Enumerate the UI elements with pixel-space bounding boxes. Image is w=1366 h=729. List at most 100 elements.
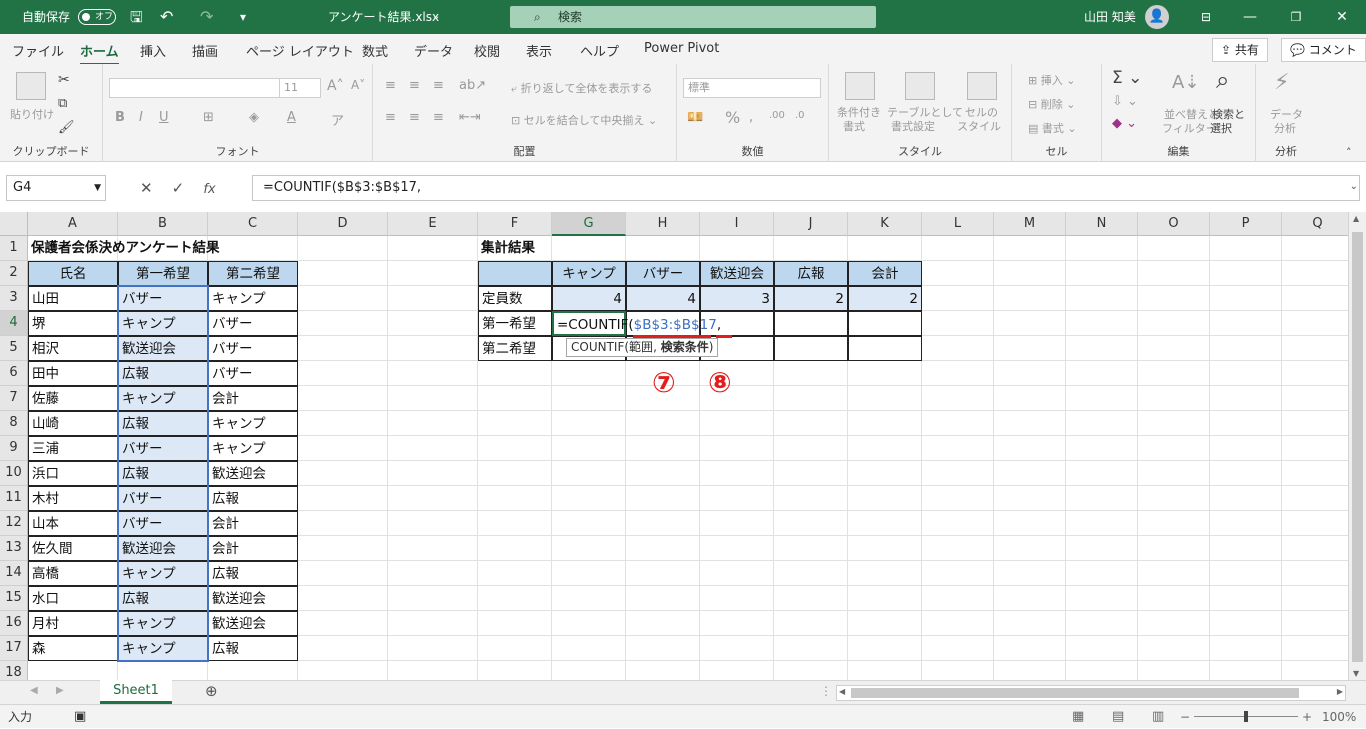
row-header[interactable]: 17: [0, 636, 28, 661]
summary-header-cell[interactable]: キャンプ: [552, 261, 626, 286]
row-header[interactable]: 15: [0, 586, 28, 611]
format-cells-button[interactable]: ▤ 書式 ⌄: [1028, 120, 1077, 136]
table-cell[interactable]: キャンプ: [208, 436, 298, 461]
active-edit-cell-g4[interactable]: =COUNTIF($B$3:$B$17,: [552, 311, 721, 336]
row-header[interactable]: 10: [0, 461, 28, 486]
table-cell[interactable]: 山崎: [28, 411, 118, 436]
horizontal-scroll-thumb[interactable]: [851, 688, 1299, 698]
grow-font-icon[interactable]: A˄: [327, 78, 344, 94]
tab-draw[interactable]: 描画: [192, 41, 218, 60]
name-box[interactable]: G4 ▼: [6, 175, 106, 201]
column-header[interactable]: L: [922, 212, 994, 236]
align-left-icon[interactable]: ≡: [385, 110, 396, 125]
insert-function-icon[interactable]: fx: [203, 182, 215, 197]
increase-decimal-icon[interactable]: .00: [769, 110, 785, 121]
expand-formula-icon[interactable]: ⌄: [1350, 181, 1358, 192]
summary-header-blank[interactable]: [478, 261, 552, 286]
italic-icon[interactable]: I: [139, 110, 143, 125]
row-header[interactable]: 11: [0, 486, 28, 511]
table-header-cell[interactable]: 氏名: [28, 261, 118, 286]
macro-record-icon[interactable]: ▣: [74, 705, 86, 729]
table-cell[interactable]: 歓送迎会: [208, 611, 298, 636]
table-cell[interactable]: 会計: [208, 511, 298, 536]
prev-sheet-icon[interactable]: ◀: [30, 685, 38, 696]
summary-header-cell[interactable]: バザー: [626, 261, 700, 286]
underline-icon[interactable]: U: [159, 110, 169, 125]
orientation-icon[interactable]: ab↗: [459, 78, 486, 93]
row-header[interactable]: 9: [0, 436, 28, 461]
scroll-up-icon[interactable]: ▲: [1353, 214, 1359, 223]
vertical-scroll-thumb[interactable]: [1352, 232, 1363, 662]
summary-value-cell[interactable]: 2: [848, 286, 922, 311]
accounting-icon[interactable]: 💴: [687, 110, 703, 125]
zoom-in-icon[interactable]: +: [1302, 705, 1312, 729]
tab-review[interactable]: 校閲: [474, 41, 500, 60]
wrap-text-button[interactable]: ⤶ 折り返して全体を表示する: [511, 80, 652, 96]
table-cell[interactable]: 月村: [28, 611, 118, 636]
minimize-icon[interactable]: —: [1228, 0, 1272, 34]
find-select-icon[interactable]: ⌕: [1216, 66, 1229, 94]
tooltip-arg-range[interactable]: 範囲: [629, 340, 653, 354]
borders-icon[interactable]: ⊞: [203, 110, 214, 125]
column-header[interactable]: D: [298, 212, 388, 236]
fill-icon[interactable]: ⇩ ⌄: [1112, 94, 1138, 109]
tab-data[interactable]: データ: [414, 41, 453, 60]
table-cell[interactable]: 三浦: [28, 436, 118, 461]
cut-icon[interactable]: ✂: [58, 72, 70, 88]
table-cell[interactable]: バザー: [208, 336, 298, 361]
table-cell[interactable]: 山田: [28, 286, 118, 311]
column-header[interactable]: G: [552, 212, 626, 236]
sort-filter-label2[interactable]: フィルター: [1162, 120, 1217, 136]
summary-value-cell[interactable]: [774, 311, 848, 336]
delete-cells-button[interactable]: ⊟ 削除 ⌄: [1028, 96, 1075, 112]
summary-value-cell[interactable]: 3: [700, 286, 774, 311]
number-format-box[interactable]: 標準: [683, 78, 821, 98]
column-header[interactable]: P: [1210, 212, 1282, 236]
summary-label-cell[interactable]: 定員数: [478, 286, 552, 311]
align-top-icon[interactable]: ≡: [385, 78, 396, 93]
cell-styles-label2[interactable]: スタイル: [957, 118, 1001, 134]
share-button[interactable]: ⇪ 共有: [1212, 38, 1268, 62]
name-box-dropdown-icon[interactable]: ▼: [94, 176, 101, 200]
conditional-format-icon[interactable]: [845, 72, 875, 100]
table-cell[interactable]: 佐藤: [28, 386, 118, 411]
row-header[interactable]: 12: [0, 511, 28, 536]
table-cell[interactable]: 相沢: [28, 336, 118, 361]
summary-label-cell[interactable]: 第二希望: [478, 336, 552, 361]
column-header[interactable]: O: [1138, 212, 1210, 236]
column-header[interactable]: Q: [1282, 212, 1354, 236]
collapse-ribbon-icon[interactable]: ˄: [1346, 146, 1352, 159]
autosave-toggle[interactable]: オフ: [78, 9, 116, 25]
zoom-out-icon[interactable]: −: [1180, 705, 1190, 729]
font-name-box[interactable]: [109, 78, 285, 98]
summary-value-cell[interactable]: 4: [626, 286, 700, 311]
tab-power-pivot[interactable]: Power Pivot: [644, 41, 719, 56]
table-cell[interactable]: 浜口: [28, 461, 118, 486]
row-header[interactable]: 8: [0, 411, 28, 436]
table-cell[interactable]: 高橋: [28, 561, 118, 586]
table-cell[interactable]: キャンプ: [208, 411, 298, 436]
summary-label-cell[interactable]: 第一希望: [478, 311, 552, 336]
cancel-entry-icon[interactable]: ✕: [140, 179, 153, 197]
column-header[interactable]: N: [1066, 212, 1138, 236]
sort-filter-icon[interactable]: A⇣: [1172, 72, 1199, 93]
column-header[interactable]: H: [626, 212, 700, 236]
page-layout-view-icon[interactable]: ▤: [1112, 705, 1124, 729]
close-icon[interactable]: ✕: [1320, 0, 1364, 34]
column-header[interactable]: B: [118, 212, 208, 236]
summary-title-cell[interactable]: 集計結果: [478, 236, 552, 261]
save-icon[interactable]: 🖫: [130, 0, 143, 34]
undo-icon[interactable]: ↶: [160, 0, 173, 34]
copy-icon[interactable]: ⧉: [58, 96, 67, 111]
tab-insert[interactable]: 挿入: [140, 41, 166, 60]
comma-icon[interactable]: ,: [749, 110, 753, 125]
column-header[interactable]: A: [28, 212, 118, 236]
tab-file[interactable]: ファイル: [12, 41, 64, 60]
find-select-label2[interactable]: 選択: [1210, 120, 1232, 136]
row-header[interactable]: 1: [0, 236, 28, 261]
table-header-cell[interactable]: 第一希望: [118, 261, 208, 286]
merge-center-button[interactable]: ⊡ セルを結合して中央揃え ⌄: [511, 112, 657, 128]
column-header[interactable]: I: [700, 212, 774, 236]
tab-home[interactable]: ホーム: [80, 41, 119, 66]
shrink-font-icon[interactable]: A˅: [351, 78, 365, 92]
